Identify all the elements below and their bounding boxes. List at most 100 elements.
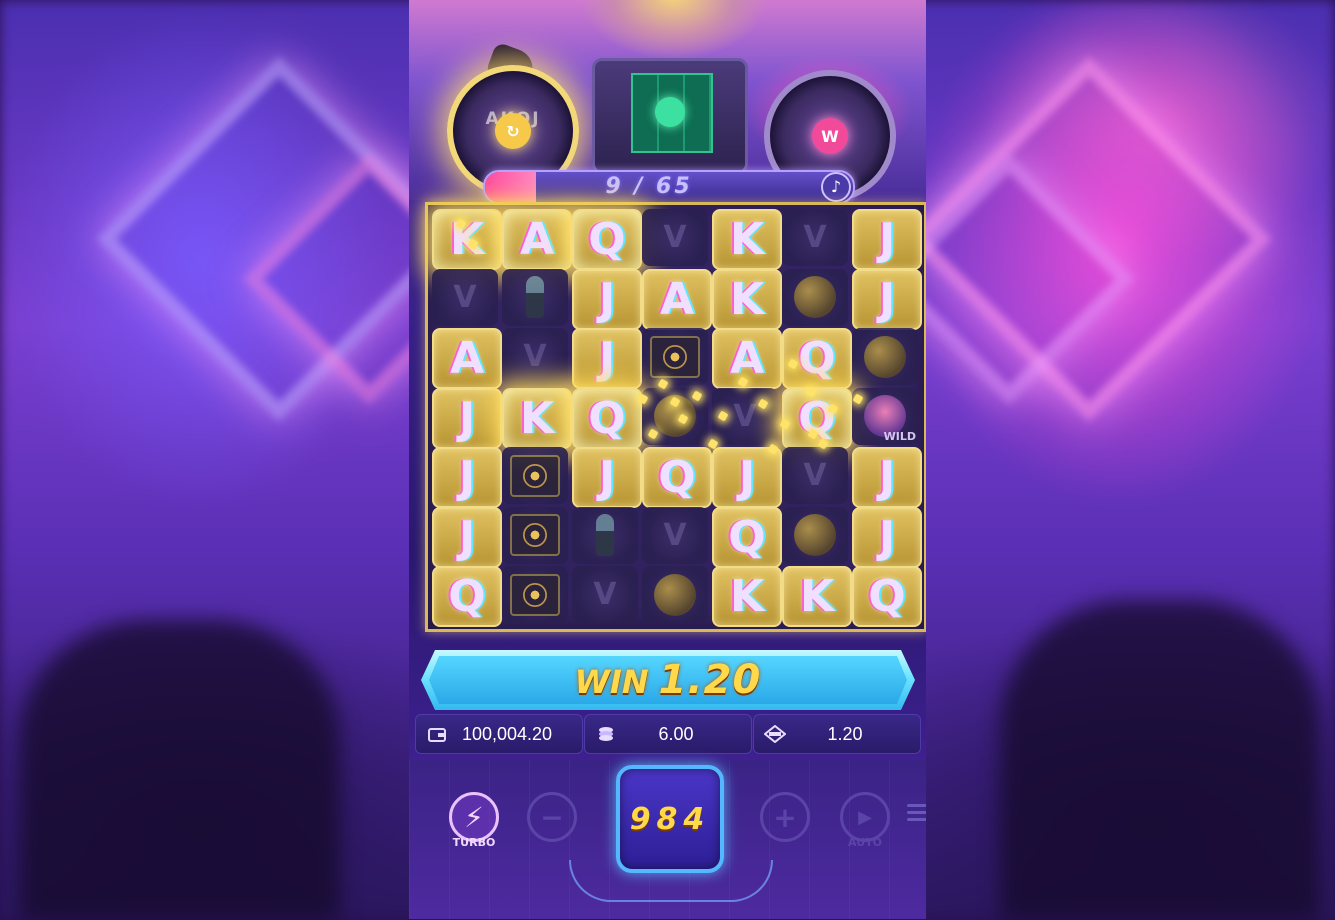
win-banner: WIN 1.20: [421, 650, 915, 710]
symbol-tile: J: [432, 506, 502, 568]
symbol-letter: J: [878, 214, 896, 265]
win-label: WIN: [574, 663, 649, 701]
progress-text: 9 / 65: [485, 174, 813, 199]
win-badge-icon: [764, 723, 786, 745]
symbol-letter: J: [458, 511, 476, 563]
headphones-symbol: V: [642, 209, 708, 266]
symbol-letter: J: [878, 452, 896, 503]
symbol-letter: Q: [588, 392, 626, 444]
symbol-letter: K: [449, 214, 485, 265]
deck-symbol: [502, 566, 568, 623]
mixer-console: [592, 58, 748, 174]
refresh-icon: ↻: [495, 113, 531, 149]
symbol-letter: J: [878, 273, 896, 325]
microphone-icon: [526, 276, 544, 318]
symbol-tile: J: [852, 209, 922, 270]
symbol-letter: J: [598, 333, 616, 384]
symbol-tile: K: [712, 268, 782, 330]
symbol-tile: J: [572, 328, 642, 389]
symbol-letter: K: [799, 571, 835, 622]
headphones-icon: V: [803, 458, 827, 493]
headphones-icon: V: [453, 279, 477, 315]
symbol-letter: K: [729, 571, 765, 622]
symbol-tile: J: [432, 447, 502, 508]
headphones-symbol: V: [782, 209, 848, 266]
decrease-bet-button[interactable]: −: [527, 792, 577, 842]
minus-icon: −: [527, 792, 577, 842]
crowd-silhouette-left: [20, 620, 340, 920]
symbol-letter: Q: [798, 333, 836, 384]
mic-symbol: [502, 268, 568, 326]
symbol-letter: Q: [728, 511, 766, 563]
auto-button[interactable]: ▶ AUTO: [840, 792, 890, 849]
progress-separator: /: [634, 174, 646, 199]
game-viewport: AKQJ ↻ W 9 / 65 ♪ KAQVKVJVJAKJAVJAQJKQVQ…: [409, 0, 926, 919]
symbol-letter: K: [729, 214, 765, 265]
mixer-center-icon: [655, 97, 685, 127]
symbol-letter: Q: [658, 452, 696, 503]
symbol-tile: Q: [642, 447, 712, 508]
symbol-tile: Q: [572, 387, 642, 449]
auto-label: AUTO: [848, 836, 882, 849]
spin-button[interactable]: 984: [616, 765, 724, 873]
headphones-icon: V: [523, 339, 547, 374]
symbol-tile: A: [502, 209, 572, 270]
symbol-tile: Q: [432, 566, 502, 627]
discoball-symbol: [782, 268, 848, 326]
deck-symbol: [642, 328, 708, 385]
wallet-icon: [426, 723, 448, 745]
bet-panel[interactable]: 6.00: [584, 714, 752, 754]
balance-panel[interactable]: 100,004.20: [415, 714, 583, 754]
discoball-symbol: [782, 506, 848, 564]
microphone-icon: [596, 514, 614, 556]
headphones-symbol: V: [432, 268, 498, 326]
headphones-symbol: V: [782, 447, 848, 504]
play-icon: ▶: [840, 792, 890, 842]
symbol-letter: A: [659, 273, 695, 325]
disco-ball-icon: [864, 335, 906, 378]
symbol-letter: Q: [868, 571, 906, 622]
win-text: WIN 1.20: [575, 657, 762, 703]
plus-icon: +: [760, 792, 810, 842]
symbol-letter: J: [598, 452, 616, 503]
symbol-letter: J: [738, 452, 756, 503]
symbol-tile: A: [642, 268, 712, 330]
bet-value: 6.00: [658, 723, 694, 744]
deck-symbol: [502, 506, 568, 564]
wild-label: WILD: [883, 429, 916, 443]
symbol-tile: Q: [852, 566, 922, 627]
increase-bet-button[interactable]: +: [760, 792, 810, 842]
mic-symbol: [572, 506, 638, 564]
menu-icon[interactable]: [907, 800, 926, 825]
headphones-symbol: V: [502, 328, 568, 385]
headphones-icon: V: [663, 220, 687, 255]
headphones-symbol: V: [642, 506, 708, 564]
headphones-icon: V: [803, 220, 827, 255]
symbol-letter: Q: [798, 392, 836, 444]
turntable-right-center: W: [812, 118, 848, 154]
symbol-tile: Q: [572, 209, 642, 270]
turbo-label: TURBO: [452, 836, 496, 849]
disco-ball-icon: [794, 514, 836, 556]
turntable-icon: [510, 573, 560, 616]
dj-character: [579, 0, 769, 60]
symbol-tile: J: [572, 268, 642, 330]
symbol-tile: K: [712, 209, 782, 270]
symbol-letter: J: [598, 273, 616, 325]
mixer-screen: [631, 73, 713, 153]
turntable-icon: [510, 514, 560, 556]
turbo-button[interactable]: ⚡ TURBO: [449, 792, 499, 849]
symbol-tile: K: [432, 209, 502, 270]
spin-arc-decoration: [569, 860, 773, 902]
music-note-icon[interactable]: ♪: [821, 172, 851, 202]
symbol-tile: K: [502, 387, 572, 449]
symbol-tile: J: [572, 447, 642, 508]
symbol-tile: Q: [782, 387, 852, 449]
win-value: 1.20: [827, 723, 863, 744]
symbol-tile: J: [712, 447, 782, 508]
balance-value: 100,004.20: [461, 723, 553, 744]
symbol-tile: K: [712, 566, 782, 627]
symbol-letter: Q: [448, 571, 486, 622]
symbol-tile: J: [852, 268, 922, 330]
symbol-letter: J: [458, 452, 476, 503]
